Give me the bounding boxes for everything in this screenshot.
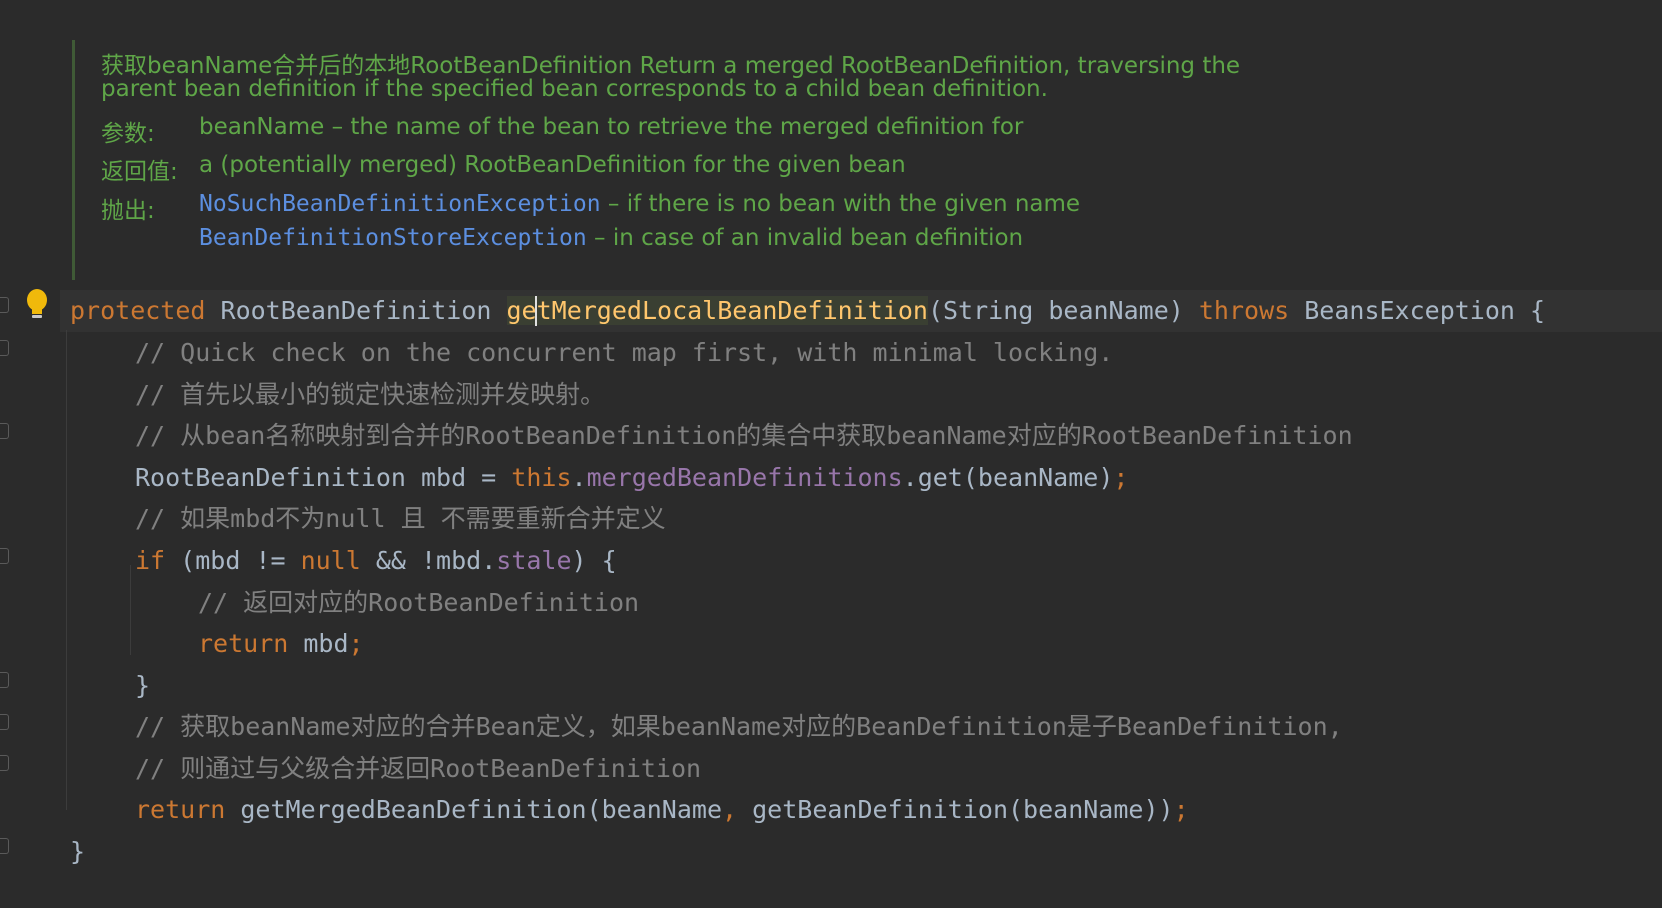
code-token: .get(beanName): [902, 463, 1114, 492]
code-token: (mbd !=: [165, 546, 301, 575]
params: (String beanName): [927, 296, 1199, 325]
field: mergedBeanDefinitions: [586, 463, 903, 492]
comment-line[interactable]: // 首先以最小的锁定快速检测并发映射。: [135, 380, 605, 410]
code-line[interactable]: return getMergedBeanDefinition(beanName,…: [135, 795, 1189, 825]
keyword: null: [300, 546, 361, 575]
comment-line[interactable]: // 从bean名称映射到合并的RootBeanDefinition的集合中获取…: [135, 421, 1353, 451]
code-token: && !mbd.: [360, 546, 497, 575]
keyword: throws: [1198, 296, 1290, 325]
comment-line[interactable]: // Quick check on the concurrent map fir…: [135, 338, 1113, 368]
code-line[interactable]: RootBeanDefinition mbd = this.mergedBean…: [135, 463, 1128, 493]
comma: ,: [722, 795, 738, 824]
keyword: this: [511, 463, 572, 492]
exception-type: BeansException {: [1289, 296, 1546, 325]
code-line[interactable]: }: [135, 671, 150, 701]
return-type: RootBeanDefinition: [205, 296, 507, 325]
code-token: mbd: [288, 629, 349, 658]
semicolon: ;: [1113, 463, 1129, 492]
code-line[interactable]: }: [70, 837, 85, 867]
field: stale: [496, 546, 572, 575]
keyword: protected: [70, 296, 206, 325]
code-token: RootBeanDefinition mbd =: [135, 463, 512, 492]
comment-line[interactable]: // 如果mbd不为null 且 不需要重新合并定义: [135, 504, 666, 534]
method-signature-line[interactable]: protected RootBeanDefinition getMergedLo…: [70, 296, 1545, 326]
code-line[interactable]: return mbd;: [198, 629, 364, 659]
code-editor[interactable]: protected RootBeanDefinition getMergedLo…: [0, 0, 1662, 908]
comment-line[interactable]: // 获取beanName对应的合并Bean定义，如果beanName对应的Be…: [135, 712, 1343, 742]
keyword: return: [198, 629, 289, 658]
method-name[interactable]: getMergedLocalBeanDefinition: [506, 296, 928, 325]
semicolon: ;: [348, 629, 364, 658]
keyword: return: [135, 795, 226, 824]
code-token: getBeanDefinition(beanName)): [737, 795, 1174, 824]
keyword: if: [135, 546, 166, 575]
code-line[interactable]: if (mbd != null && !mbd.stale) {: [135, 546, 617, 576]
code-token: ) {: [571, 546, 617, 575]
code-token: getMergedBeanDefinition(beanName: [225, 795, 723, 824]
comment-line[interactable]: // 返回对应的RootBeanDefinition: [198, 588, 639, 618]
text-cursor: [535, 296, 537, 326]
semicolon: ;: [1173, 795, 1189, 824]
code-token: .: [571, 463, 587, 492]
comment-line[interactable]: // 则通过与父级合并返回RootBeanDefinition: [135, 754, 701, 784]
